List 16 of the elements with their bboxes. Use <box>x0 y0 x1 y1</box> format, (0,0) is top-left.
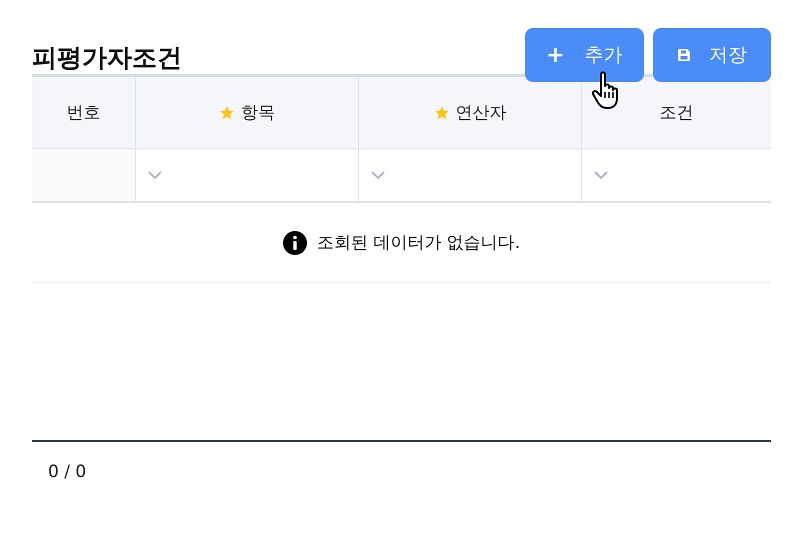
chevron-down-icon <box>371 171 385 179</box>
column-header: 번호 <box>32 77 135 149</box>
save-icon <box>677 48 691 62</box>
chevron-down-icon <box>148 171 162 179</box>
page-count: 0 / 0 <box>48 462 86 482</box>
chevron-down-icon <box>594 171 608 179</box>
add-button[interactable]: + 추가 <box>525 28 644 82</box>
star-icon <box>434 104 450 120</box>
empty-message: 조회된 데이터가 없습니다. <box>316 232 520 254</box>
column-header: 연산자 <box>358 77 581 149</box>
page-title: 피평가자조건 <box>32 42 182 74</box>
star-icon <box>219 104 235 120</box>
save-button[interactable]: 저장 <box>653 28 771 82</box>
info-icon <box>282 230 307 254</box>
column-header: 조건 <box>581 77 771 149</box>
column-header: 항목 <box>135 77 358 149</box>
